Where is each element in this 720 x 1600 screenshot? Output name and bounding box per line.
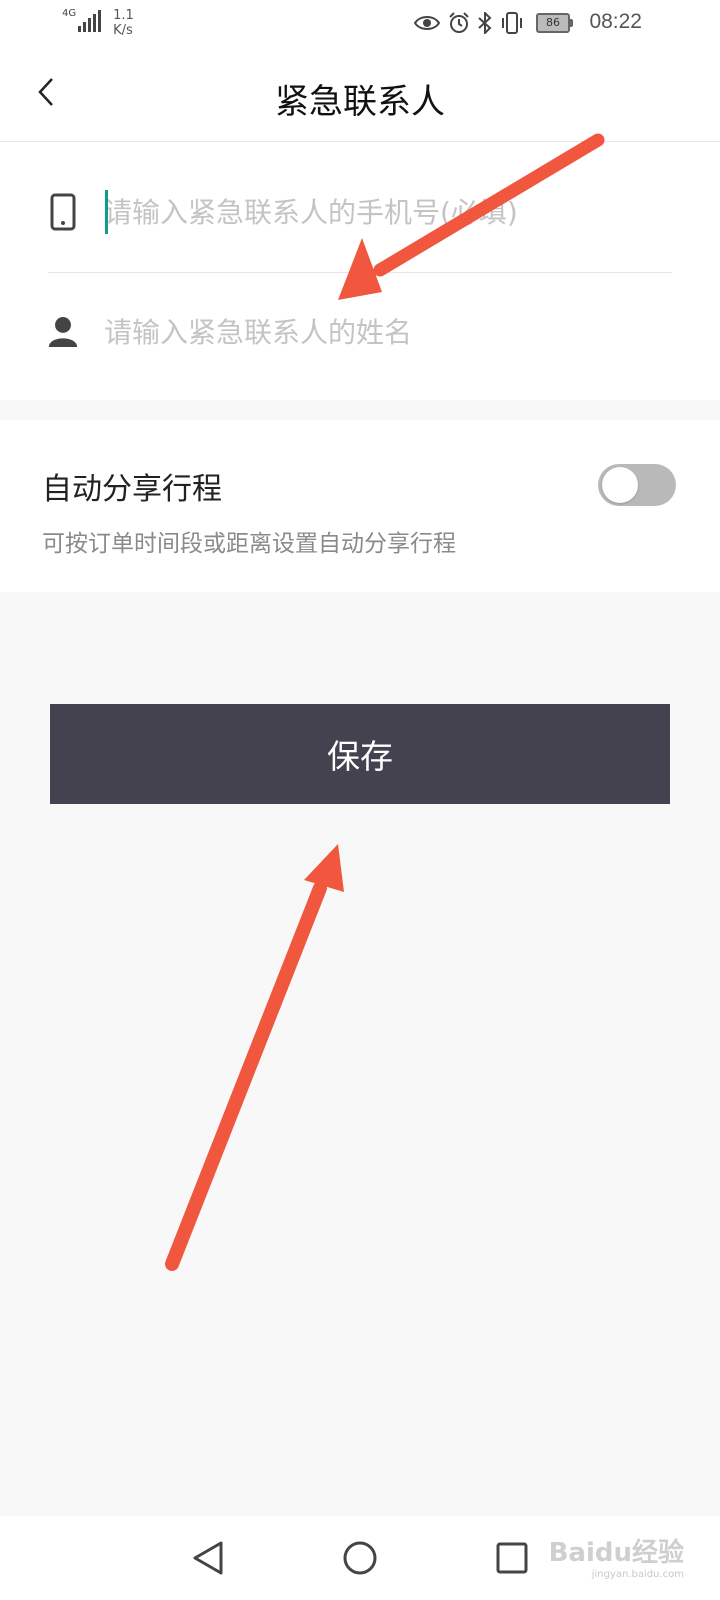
baidu-watermark: Baidu经验 jingyan.baidu.com bbox=[549, 1532, 684, 1580]
navigation-bar: Baidu经验 jingyan.baidu.com bbox=[0, 1516, 720, 1600]
name-input[interactable] bbox=[104, 315, 672, 349]
triangle-back-icon bbox=[191, 1540, 225, 1580]
bluetooth-icon bbox=[478, 12, 492, 34]
network-type: 4G bbox=[62, 8, 77, 19]
save-button[interactable]: 保存 bbox=[50, 704, 670, 804]
header: 紧急联系人 bbox=[0, 48, 720, 142]
signal-icon bbox=[78, 8, 102, 32]
status-left: 4G 1.1 K/s bbox=[62, 8, 134, 38]
vibrate-icon bbox=[500, 12, 524, 34]
name-row bbox=[48, 272, 672, 392]
speed-value: 1.1 bbox=[113, 8, 134, 23]
watermark-main: Baidu经验 bbox=[548, 1538, 684, 1568]
network-speed: 1.1 K/s bbox=[113, 8, 134, 38]
battery-icon: 86 bbox=[536, 13, 573, 33]
phone-input[interactable] bbox=[104, 195, 672, 229]
person-icon bbox=[48, 312, 78, 352]
auto-share-description: 可按订单时间段或距离设置自动分享行程 bbox=[42, 531, 456, 557]
phone-icon bbox=[48, 192, 78, 232]
status-icons: 86 bbox=[414, 12, 573, 34]
status-time: 08:22 bbox=[589, 10, 642, 33]
toggle-knob bbox=[602, 467, 638, 503]
nav-back-button[interactable] bbox=[186, 1538, 230, 1582]
nav-home-button[interactable] bbox=[338, 1538, 382, 1582]
phone-row bbox=[48, 152, 672, 273]
auto-share-title: 自动分享行程 bbox=[42, 472, 222, 507]
alarm-icon bbox=[448, 12, 470, 34]
status-bar: 4G 1.1 K/s 86 08:22 bbox=[0, 0, 720, 48]
square-recents-icon bbox=[495, 1541, 529, 1579]
text-caret bbox=[105, 190, 108, 234]
contact-form bbox=[0, 142, 720, 400]
nav-recents-button[interactable] bbox=[490, 1538, 534, 1582]
arrow-to-save-icon bbox=[165, 844, 344, 1271]
auto-share-toggle[interactable] bbox=[598, 464, 676, 506]
eye-icon bbox=[414, 14, 440, 32]
circle-home-icon bbox=[342, 1540, 378, 1580]
speed-unit: K/s bbox=[113, 23, 133, 38]
auto-share-section: 自动分享行程 可按订单时间段或距离设置自动分享行程 bbox=[0, 420, 720, 592]
watermark-sub: jingyan.baidu.com bbox=[591, 1569, 684, 1580]
page-title: 紧急联系人 bbox=[275, 82, 445, 122]
